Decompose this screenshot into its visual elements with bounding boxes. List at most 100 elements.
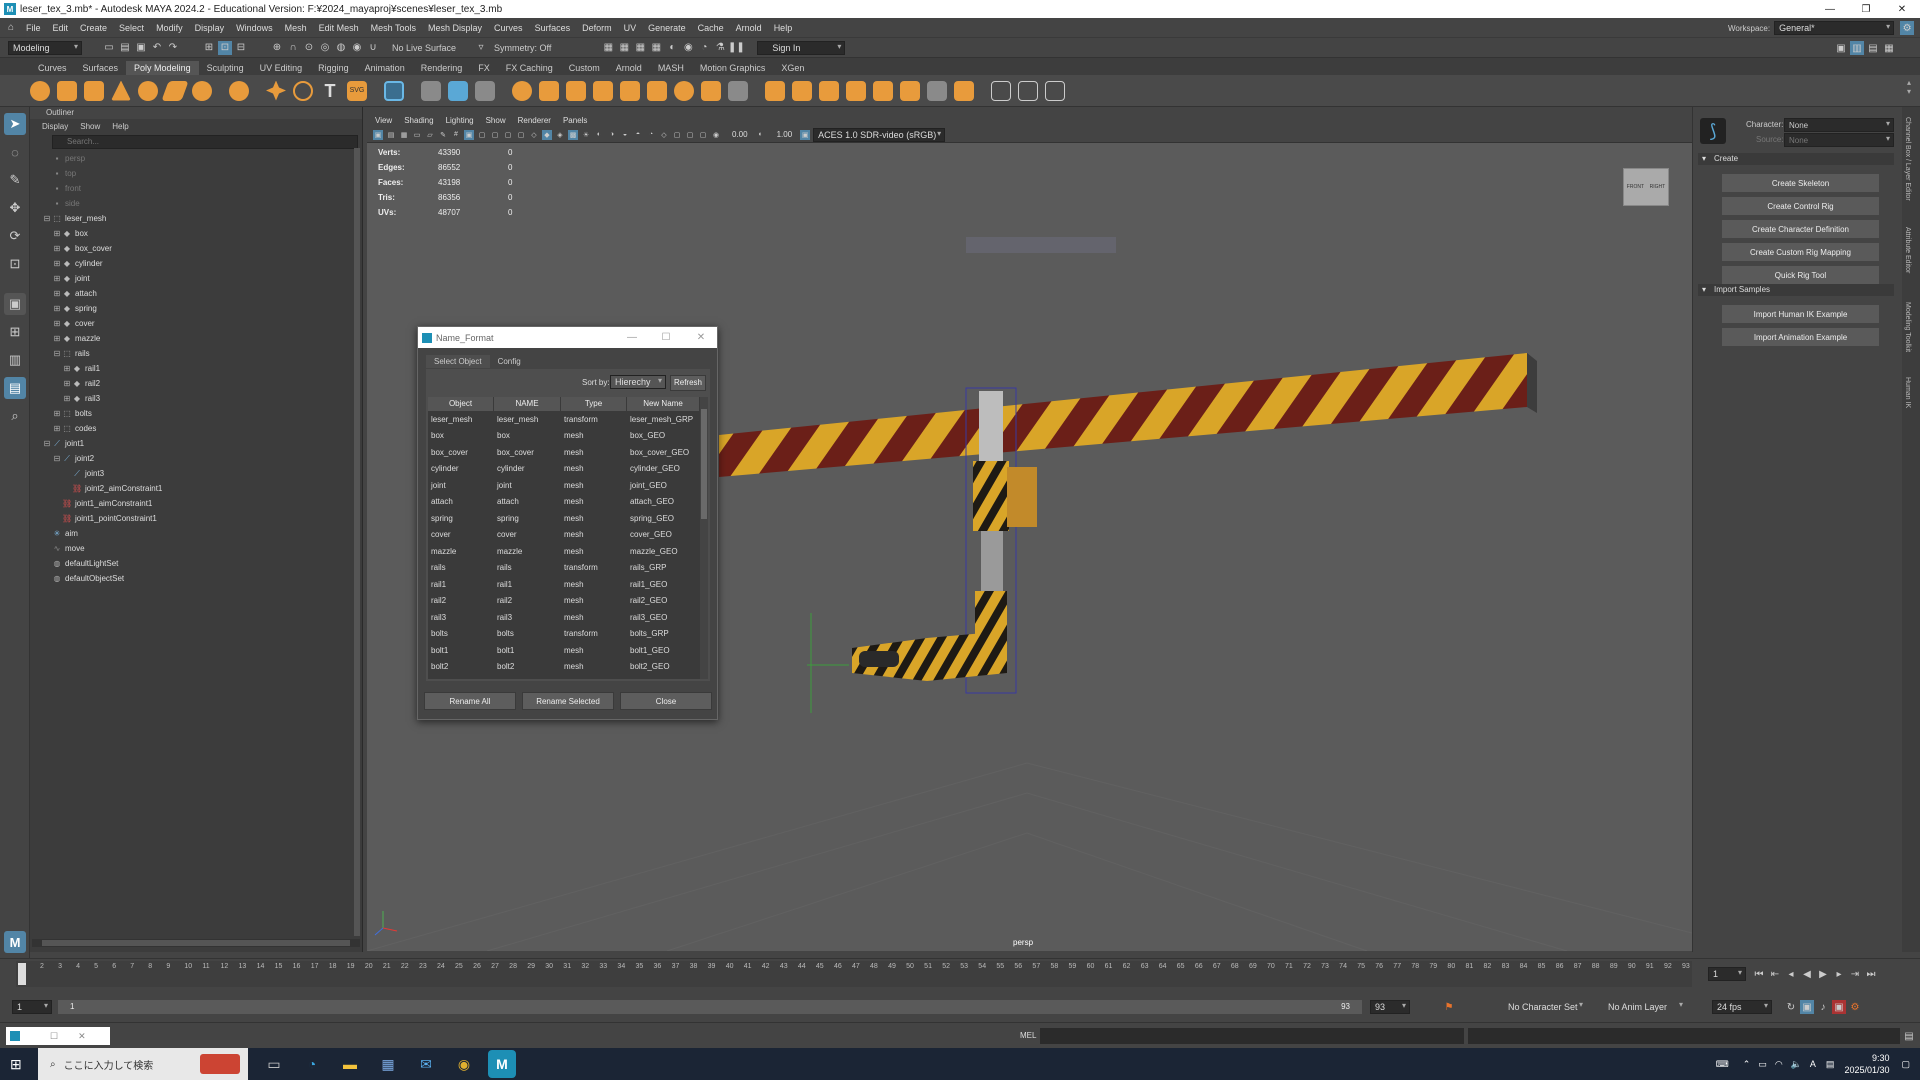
viewport-menu-lighting[interactable]: Lighting [446,116,474,125]
shelf-tab-rendering[interactable]: Rendering [413,61,471,75]
bevel-icon[interactable] [647,80,667,101]
mel-input[interactable] [1040,1028,1464,1044]
expand-toggle-icon[interactable]: ⊞ [52,289,62,298]
expand-toggle-icon[interactable]: ⊟ [42,439,52,448]
duplicate-face-icon[interactable] [900,80,920,101]
table-row[interactable]: rail3 rail3 mesh rail3_GEO [428,609,700,626]
shelf-tab-poly-modeling[interactable]: Poly Modeling [126,61,199,75]
keyboard-icon[interactable]: ⌨ [1716,1059,1729,1070]
expand-toggle-icon[interactable]: ⊟ [52,454,62,463]
go-start-icon[interactable]: ⏮ [1752,967,1766,981]
shelf-scroll[interactable]: ▴ ▾ [1907,78,1917,106]
step-back-frame-icon[interactable]: ◂ [1784,967,1798,981]
table-row[interactable]: bolts bolts transform bolts_GRP [428,626,700,643]
table-row[interactable]: rail2 rail2 mesh rail2_GEO [428,593,700,610]
notifications-icon[interactable]: ▢ [1901,1059,1910,1070]
poly-cube-icon[interactable] [57,80,77,101]
outliner-item[interactable]: ▪ front [30,181,362,196]
paint-select-icon[interactable]: ✎ [4,169,26,191]
table-row[interactable]: rail1 rail1 mesh rail1_GEO [428,576,700,593]
dialog-close-button[interactable]: ✕ [684,327,718,348]
outliner-item[interactable]: ⊞ ◆ spring [30,301,362,316]
save-scene-icon[interactable]: ▣ [134,41,148,55]
ime-indicator[interactable]: A [1810,1059,1816,1069]
wifi-icon[interactable]: ◠ [1775,1059,1783,1070]
render-frame-icon[interactable]: ▦ [601,41,615,55]
expand-toggle-icon[interactable]: ⊟ [52,349,62,358]
network-icon[interactable]: ▭ [1758,1059,1767,1070]
expand-toggle-icon[interactable]: ⊞ [52,259,62,268]
xray-joints-icon[interactable]: ▢ [685,130,695,140]
safe-action-icon[interactable]: ▢ [516,130,526,140]
script-editor-icon[interactable]: ▤ [1902,1029,1916,1043]
go-end-icon[interactable]: ⏭ [1864,967,1878,981]
default-material-icon[interactable]: ◈ [555,130,565,140]
col-object[interactable]: Object [428,397,494,411]
shelf-tab-motion-graphics[interactable]: Motion Graphics [692,61,774,75]
menu-display[interactable]: Display [189,23,231,33]
minimize-button[interactable]: — [1812,0,1848,18]
snap-grid-icon[interactable]: ⊕ [270,41,284,55]
menu-uv[interactable]: UV [618,23,643,33]
volume-icon[interactable]: 🔈 [1791,1059,1802,1070]
table-row[interactable]: attach attach mesh attach_GEO [428,494,700,511]
outliner-item[interactable]: ⊞ ◆ mazzle [30,331,362,346]
type-tool-icon[interactable]: T [320,81,340,101]
floating-window-tab[interactable]: ☐ ✕ [6,1027,110,1045]
play-forward-icon[interactable]: ▶ [1816,967,1830,981]
side-tab-attribute-editor[interactable]: Attribute Editor [1904,227,1911,273]
menu-help[interactable]: Help [768,23,799,33]
shelf-tab-fx-caching[interactable]: FX Caching [498,61,561,75]
single-view-icon[interactable]: ▣ [4,293,26,315]
shelf-tab-custom[interactable]: Custom [561,61,608,75]
create-control-rig-button[interactable]: Create Control Rig [1722,197,1879,215]
home-icon[interactable]: ⌂ [4,21,18,35]
outliner-menu-show[interactable]: Show [80,122,100,131]
table-row[interactable]: spring spring mesh spring_GEO [428,510,700,527]
mirror-icon[interactable] [991,80,1011,101]
outliner-item[interactable]: ⊞ ◆ attach [30,286,362,301]
shelf-tab-sculpting[interactable]: Sculpting [199,61,252,75]
symmetry-icon[interactable]: ▿ [474,41,488,55]
lasso-tool-icon[interactable]: ◌ [4,141,26,163]
expand-toggle-icon[interactable]: ⊞ [62,364,72,373]
image-plane-icon[interactable]: ▭ [412,130,422,140]
combine-icon[interactable] [384,80,404,101]
outliner-item[interactable]: ⊟ ⬚ leser_mesh [30,211,362,226]
ime-mode-icon[interactable]: ▤ [1826,1059,1835,1070]
col-type[interactable]: Type [561,397,627,411]
import-animation-example-button[interactable]: Import Animation Example [1722,328,1879,346]
outliner-item[interactable]: ⊞ ◆ rail1 [30,361,362,376]
table-row[interactable]: cylinder cylinder mesh cylinder_GEO [428,461,700,478]
select-object-icon[interactable]: ⊡ [218,40,232,55]
outliner-item[interactable]: ⊞ ◆ box_cover [30,241,362,256]
four-view-icon[interactable]: ⊞ [4,321,26,343]
outliner-menu-help[interactable]: Help [112,122,128,131]
poly-disc-icon[interactable] [192,80,212,101]
sign-in-dropdown[interactable]: Sign In [757,40,846,55]
resolution-gate-icon[interactable]: ▢ [477,130,487,140]
poly-cylinder-icon[interactable] [84,80,104,101]
outliner-vscroll-thumb[interactable] [354,148,360,936]
menu-generate[interactable]: Generate [642,23,692,33]
menu-select[interactable]: Select [113,23,150,33]
shadows-icon[interactable]: ◐ [594,130,604,140]
outliner-item[interactable]: ◍ defaultObjectSet [30,571,362,586]
table-row[interactable]: leser_mesh leser_mesh transform leser_mesh_… [428,411,700,428]
maximize-button[interactable]: ❐ [1848,0,1884,18]
exposure-value[interactable]: 0.00 [732,130,748,139]
outliner-item[interactable]: ⊟ ⬚ rails [30,346,362,361]
merge-icon[interactable] [674,80,694,101]
taskbar-clock[interactable]: 9:30 2025/01/30 [1844,1052,1889,1076]
side-by-side-icon[interactable]: ▥ [4,349,26,371]
outliner-item[interactable]: ⊞ ⬚ codes [30,421,362,436]
table-row[interactable]: rails rails transform rails_GRP [428,560,700,577]
outliner-item[interactable]: ⊞ ◆ rail3 [30,391,362,406]
side-tab-channel-box[interactable]: Channel Box / Layer Editor [1904,117,1911,201]
isolate-select-icon[interactable]: ◇ [659,130,669,140]
table-row[interactable]: cover cover mesh cover_GEO [428,527,700,544]
outliner-item[interactable]: ⊞ ◆ cylinder [30,256,362,271]
wedge-icon[interactable] [792,80,812,101]
fps-dropdown[interactable]: 24 fps [1712,1000,1772,1014]
super-shapes-icon[interactable] [229,80,249,101]
